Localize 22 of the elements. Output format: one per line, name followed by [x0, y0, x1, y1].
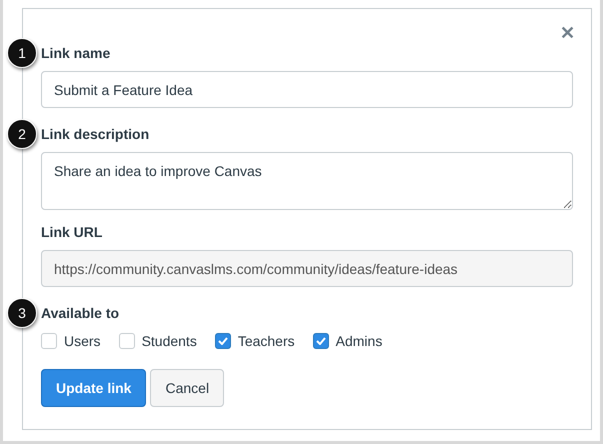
callout-number: 3	[7, 298, 37, 328]
check-icon	[316, 337, 326, 345]
field-label: Link description	[41, 126, 150, 142]
check-icon	[218, 337, 228, 345]
field-label: Link name	[41, 45, 110, 61]
role-checkbox[interactable]: Teachers	[214, 333, 295, 349]
url-field[interactable]: https://community.canvaslms.com/community/ideas/feature-ideas	[41, 250, 573, 287]
update-button[interactable]: Update link	[41, 369, 146, 407]
callout-number: 2	[7, 119, 37, 149]
checkbox[interactable]	[41, 333, 57, 349]
role-checkbox[interactable]: Admins	[312, 333, 382, 349]
role-checkbox[interactable]: Students	[118, 333, 197, 349]
checkbox[interactable]	[118, 333, 135, 349]
field-label: Link URL	[41, 224, 102, 240]
link-name-field[interactable]: Submit a Feature Idea	[41, 71, 573, 108]
field-label: Available to	[41, 305, 120, 321]
checkbox[interactable]	[214, 333, 231, 349]
cancel-button[interactable]: Cancel	[150, 369, 224, 407]
role-checkbox[interactable]: Users	[41, 333, 101, 349]
callout-number: 1	[7, 38, 37, 68]
description-field[interactable]: Share an idea to improve Canvas	[41, 152, 573, 210]
checkbox[interactable]	[312, 333, 329, 349]
